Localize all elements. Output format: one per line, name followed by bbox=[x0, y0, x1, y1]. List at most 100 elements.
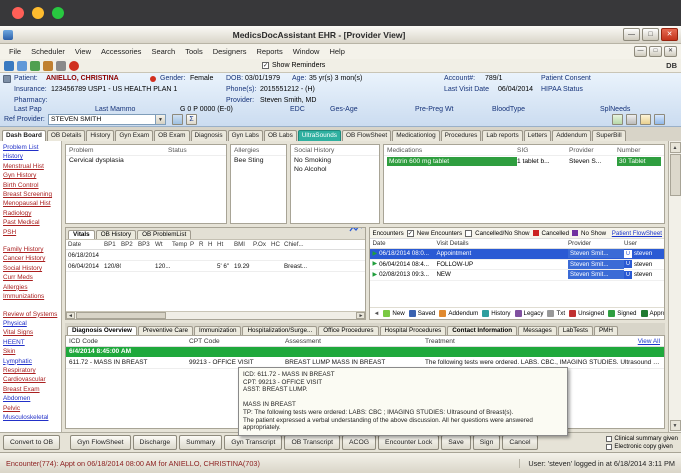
sidebar-item-birth-control[interactable]: Birth Control bbox=[3, 181, 60, 190]
scrollbar-thumb[interactable] bbox=[669, 154, 681, 196]
tab-gyn-exam[interactable]: Gyn Exam bbox=[115, 130, 154, 141]
patient-consent-link[interactable]: Patient Consent bbox=[541, 75, 591, 82]
tab-ob-details[interactable]: OB Details bbox=[46, 130, 86, 141]
tab-history[interactable]: History bbox=[86, 130, 115, 141]
tab-immunization[interactable]: Immunization bbox=[194, 326, 242, 335]
encounter-row[interactable]: ▶ 06/04/2014 08:4... FOLLOW-UP Steven Smi… bbox=[370, 259, 664, 270]
scroll-up-icon[interactable]: ▲ bbox=[669, 142, 681, 153]
history-button[interactable]: History bbox=[482, 310, 511, 317]
sidebar-item-problem-list[interactable]: Problem List bbox=[3, 143, 60, 152]
menu-tools[interactable]: Tools bbox=[180, 47, 208, 56]
tab-medicationlog[interactable]: Medicationlog bbox=[392, 130, 440, 141]
view-all-link[interactable]: View All bbox=[638, 338, 660, 345]
mac-zoom-button[interactable] bbox=[52, 7, 64, 19]
mac-close-button[interactable] bbox=[12, 7, 24, 19]
alert-icon[interactable] bbox=[69, 60, 79, 71]
txt-button[interactable]: Txt bbox=[547, 310, 565, 317]
patient-photo-icon[interactable] bbox=[3, 75, 11, 83]
tab-diagnosis[interactable]: Diagnosis bbox=[190, 130, 227, 141]
tab-preventive-care[interactable]: Preventive Care bbox=[137, 326, 194, 335]
tab-pmh[interactable]: PMH bbox=[593, 326, 618, 335]
chart-icon[interactable] bbox=[30, 60, 40, 71]
clinical-summary-checkbox[interactable] bbox=[606, 435, 613, 442]
sidebar-item-social-history[interactable]: Social History bbox=[3, 264, 60, 273]
vitals-graph-icon[interactable] bbox=[349, 228, 363, 238]
ob-transcript-button[interactable]: OB Transcript bbox=[284, 435, 341, 450]
acog-button[interactable]: ACOG bbox=[342, 435, 377, 450]
tab-lab-reports[interactable]: Lab reports bbox=[482, 130, 523, 141]
menu-help[interactable]: Help bbox=[324, 47, 349, 56]
scroll-right-icon[interactable]: ► bbox=[356, 312, 366, 319]
menu-reports[interactable]: Reports bbox=[251, 47, 287, 56]
scroll-left-icon[interactable]: ◄ bbox=[373, 311, 379, 317]
menu-view[interactable]: View bbox=[70, 47, 96, 56]
grid-icon[interactable] bbox=[172, 114, 183, 125]
signed-button[interactable]: Signed bbox=[608, 310, 637, 317]
sidebar-item-allergies[interactable]: Allergies bbox=[3, 283, 60, 292]
tab-vitals[interactable]: Vitals bbox=[68, 230, 95, 239]
show-reminders-toggle[interactable]: ✓ Show Reminders bbox=[262, 62, 325, 69]
approved-button[interactable]: Approved bbox=[640, 310, 664, 317]
tab-labtests[interactable]: LabTests bbox=[557, 326, 593, 335]
sidebar-item-psh[interactable]: PSH bbox=[3, 228, 60, 237]
discharge-button[interactable]: Discharge bbox=[132, 435, 178, 450]
legacy-button[interactable]: Legacy bbox=[514, 310, 543, 317]
maximize-button[interactable]: □ bbox=[642, 28, 659, 41]
sidebar-item-curr-meds[interactable]: Curr Meds bbox=[3, 273, 60, 282]
close-button[interactable]: ✕ bbox=[661, 28, 678, 41]
sidebar-item-musculoskeletal[interactable]: Musculoskeletal bbox=[3, 413, 60, 422]
show-reminders-checkbox[interactable]: ✓ bbox=[262, 62, 269, 69]
problem-row[interactable]: Cervical dysplasia bbox=[66, 156, 226, 165]
sum-icon[interactable]: Σ bbox=[186, 114, 197, 125]
mdi-close-button[interactable]: ✕ bbox=[664, 46, 677, 57]
sidebar-item-cancer-history[interactable]: Cancer History bbox=[3, 254, 60, 263]
sidebar-item-immunizations[interactable]: Immunizations bbox=[3, 292, 60, 301]
horizontal-scrollbar[interactable]: ◄ ► bbox=[66, 311, 366, 319]
tab-ob-labs[interactable]: OB Labs bbox=[263, 130, 297, 141]
sidebar-item-lymphatic[interactable]: Lymphatic bbox=[3, 357, 60, 366]
sidebar-item-review-of-systems[interactable]: Review of Systems bbox=[3, 310, 60, 319]
orders-icon[interactable] bbox=[43, 60, 53, 71]
menu-window[interactable]: Window bbox=[288, 47, 325, 56]
tab-letters[interactable]: Letters bbox=[523, 130, 552, 141]
new-button[interactable]: New bbox=[383, 310, 405, 317]
encounter-date-group-row[interactable]: 6/4/2014 8:45:00 AM bbox=[66, 347, 664, 357]
sidebar-item-breast-screening[interactable]: Breast Screening bbox=[3, 190, 60, 199]
sidebar-item-menstrual-hist[interactable]: Menstrual Hist bbox=[3, 162, 60, 171]
scroll-down-icon[interactable]: ▼ bbox=[669, 420, 681, 431]
convert-to-ob-button[interactable]: Convert to OB bbox=[3, 435, 61, 450]
new-encounters-checkbox[interactable]: ✓ bbox=[406, 229, 414, 237]
medication-row[interactable]: Motrin 600 mg tablet 1 tablet b... Steve… bbox=[384, 156, 664, 167]
sidebar-item-breast-exam[interactable]: Breast Exam bbox=[3, 385, 60, 394]
calculator-icon[interactable] bbox=[612, 114, 623, 125]
allergy-row[interactable]: Bee Sting bbox=[231, 156, 286, 165]
electronic-copy-toggle[interactable]: Electronic copy given bbox=[606, 443, 678, 450]
vertical-scrollbar[interactable]: ▲ ▼ bbox=[668, 141, 681, 432]
tab-contact-information[interactable]: Contact Information bbox=[447, 326, 518, 335]
social-row[interactable]: No Smoking bbox=[291, 156, 379, 165]
tab-hospitalization-surgery[interactable]: Hospitalization/Surge... bbox=[242, 326, 318, 335]
mdi-minimize-button[interactable]: — bbox=[634, 46, 647, 57]
sidebar-item-family-history[interactable]: Family History bbox=[3, 245, 60, 254]
tab-hospital-procedures[interactable]: Hospital Procedures bbox=[379, 326, 447, 335]
sidebar-item-gyn-history[interactable]: Gyn History bbox=[3, 171, 60, 180]
sidebar-item-menopausal-hist[interactable]: Menopausal Hist bbox=[3, 199, 60, 208]
cancel-button[interactable]: Cancel bbox=[502, 435, 538, 450]
encounter-row[interactable]: ▶ 06/18/2014 08:0... Appointment Steven S… bbox=[370, 249, 664, 260]
encounter-lock-button[interactable]: Encounter Lock bbox=[378, 435, 440, 450]
tab-diagnosis-overview[interactable]: Diagnosis Overview bbox=[67, 326, 137, 335]
scroll-left-icon[interactable]: ◄ bbox=[66, 312, 75, 319]
dropdown-arrow-icon[interactable]: ▼ bbox=[155, 115, 165, 124]
sidebar-item-past-medical[interactable]: Past Medical bbox=[3, 218, 60, 227]
scrollbar-thumb[interactable] bbox=[76, 312, 166, 319]
unsigned-button[interactable]: Unsigned bbox=[569, 310, 604, 317]
tab-ob-problemlist[interactable]: OB ProblemList bbox=[137, 230, 192, 239]
addendum-button[interactable]: Addendum bbox=[439, 310, 478, 317]
sidebar-item-vital-signs[interactable]: Vital Signs bbox=[3, 328, 60, 337]
patient-lookup-icon[interactable] bbox=[4, 60, 14, 71]
graph-icon[interactable] bbox=[654, 114, 665, 125]
tab-ultrasounds[interactable]: UltraSounds bbox=[297, 130, 341, 141]
menu-designers[interactable]: Designers bbox=[208, 47, 252, 56]
menu-search[interactable]: Search bbox=[146, 47, 180, 56]
print-icon[interactable] bbox=[56, 60, 66, 71]
